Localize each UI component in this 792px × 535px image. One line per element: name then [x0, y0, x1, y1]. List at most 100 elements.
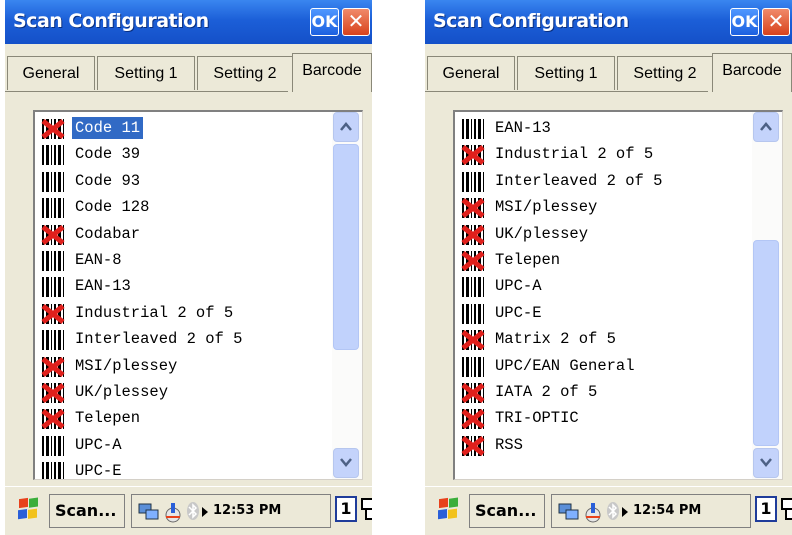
list-item[interactable]: UPC-A — [461, 273, 746, 299]
windows-start-icon[interactable] — [433, 497, 461, 525]
bluetooth-icon[interactable] — [606, 501, 620, 521]
list-item[interactable]: TRI-OPTIC — [461, 405, 746, 431]
clock[interactable]: 12:53 PM — [213, 495, 281, 527]
barcode-disabled-icon[interactable] — [41, 224, 65, 245]
close-button[interactable]: ✕ — [342, 8, 370, 36]
barcode-disabled-icon[interactable] — [41, 409, 65, 430]
barcode-icon[interactable] — [41, 277, 65, 298]
network-icon[interactable] — [138, 501, 160, 521]
barcode-icon[interactable] — [41, 145, 65, 166]
list-item[interactable]: UPC-E — [41, 458, 326, 479]
tab-general[interactable]: General — [7, 56, 95, 90]
vertical-scrollbar[interactable] — [332, 112, 362, 479]
barcode-disabled-icon[interactable] — [461, 409, 485, 430]
barcode-icon[interactable] — [461, 171, 485, 192]
list-item[interactable]: Code 93 — [41, 168, 326, 194]
barcode-list[interactable]: EAN-13 Industrial 2 of 5 Interleaved 2 of … — [453, 110, 783, 480]
scroll-thumb[interactable] — [753, 240, 779, 446]
list-item[interactable]: EAN-13 — [41, 273, 326, 299]
barcode-disabled-icon[interactable] — [461, 145, 485, 166]
tab-setting-2[interactable]: Setting 2 — [197, 56, 293, 90]
usb-sync-icon[interactable] — [162, 501, 184, 523]
tab-setting-2[interactable]: Setting 2 — [617, 56, 713, 90]
bluetooth-icon[interactable] — [186, 501, 200, 521]
barcode-icon[interactable] — [41, 198, 65, 219]
barcode-icon[interactable] — [41, 171, 65, 192]
input-indicator-button[interactable]: 1 — [335, 496, 357, 522]
tab-setting-1[interactable]: Setting 1 — [517, 56, 615, 90]
taskbar-task-scan[interactable]: Scan... — [469, 494, 545, 528]
barcode-icon[interactable] — [461, 303, 485, 324]
list-item[interactable]: UPC-A — [41, 432, 326, 458]
list-item[interactable]: Code 39 — [41, 141, 326, 167]
scroll-thumb[interactable] — [333, 144, 359, 350]
barcode-disabled-icon[interactable] — [461, 382, 485, 403]
barcode-list[interactable]: Code 11 Code 39 Code 93 Code 128 Codabar EAN-… — [33, 110, 363, 480]
list-item[interactable]: IATA 2 of 5 — [461, 379, 746, 405]
list-item[interactable]: Interleaved 2 of 5 — [41, 326, 326, 352]
barcode-disabled-icon[interactable] — [41, 356, 65, 377]
barcode-disabled-icon[interactable] — [461, 250, 485, 271]
list-item[interactable]: EAN-8 — [41, 247, 326, 273]
clock[interactable]: 12:54 PM — [633, 495, 701, 527]
tray-expand-icon[interactable] — [622, 507, 628, 517]
window-title: Scan Configuration — [433, 10, 629, 32]
barcode-disabled-icon[interactable] — [461, 224, 485, 245]
scroll-up-button[interactable] — [753, 112, 779, 142]
barcode-disabled-icon[interactable] — [41, 303, 65, 324]
scroll-down-button[interactable] — [753, 448, 779, 478]
close-button[interactable]: ✕ — [762, 8, 790, 36]
network-icon[interactable] — [558, 501, 580, 521]
list-item[interactable]: UK/plessey — [41, 379, 326, 405]
list-item[interactable]: Industrial 2 of 5 — [41, 300, 326, 326]
barcode-icon[interactable] — [461, 119, 485, 139]
barcode-icon[interactable] — [41, 250, 65, 271]
scroll-down-button[interactable] — [333, 448, 359, 478]
list-item[interactable]: MSI/plessey — [461, 194, 746, 220]
barcode-disabled-icon[interactable] — [461, 198, 485, 219]
ok-button[interactable]: OK — [310, 8, 339, 36]
windows-start-icon[interactable] — [13, 497, 41, 525]
list-item[interactable]: UK/plessey — [461, 221, 746, 247]
taskbar: Scan... 12:53 PM 1 — [5, 486, 372, 535]
tab-barcode[interactable]: Barcode — [712, 53, 792, 92]
taskbar-task-scan[interactable]: Scan... — [49, 494, 125, 528]
vertical-scrollbar[interactable] — [752, 112, 782, 479]
tray-expand-icon[interactable] — [202, 507, 208, 517]
list-item[interactable]: Interleaved 2 of 5 — [461, 168, 746, 194]
chevron-down-icon — [340, 458, 352, 467]
barcode-disabled-icon[interactable] — [461, 435, 485, 456]
window-switch-icon[interactable] — [361, 498, 372, 522]
usb-sync-icon[interactable] — [582, 501, 604, 523]
barcode-icon[interactable] — [41, 330, 65, 351]
list-item[interactable]: Matrix 2 of 5 — [461, 326, 746, 352]
tab-barcode[interactable]: Barcode — [292, 53, 372, 92]
list-item[interactable]: MSI/plessey — [41, 353, 326, 379]
list-item[interactable]: Telepen — [461, 247, 746, 273]
list-item[interactable]: Codabar — [41, 221, 326, 247]
list-item[interactable]: UPC/EAN General — [461, 353, 746, 379]
list-item[interactable]: Industrial 2 of 5 — [461, 141, 746, 167]
barcode-icon[interactable] — [41, 462, 65, 479]
barcode-icon[interactable] — [461, 356, 485, 377]
list-item[interactable]: Code 11 — [41, 115, 326, 141]
list-item[interactable]: EAN-13 — [461, 115, 746, 141]
list-item-label: IATA 2 of 5 — [495, 382, 598, 401]
chevron-down-icon — [760, 458, 772, 467]
list-item-label: MSI/plessey — [495, 198, 598, 217]
input-indicator-button[interactable]: 1 — [755, 496, 777, 522]
window-switch-icon[interactable] — [781, 498, 792, 522]
barcode-disabled-icon[interactable] — [41, 382, 65, 403]
list-item[interactable]: RSS — [461, 432, 746, 458]
tab-general[interactable]: General — [427, 56, 515, 90]
barcode-icon[interactable] — [461, 277, 485, 298]
barcode-disabled-icon[interactable] — [461, 330, 485, 351]
ok-button[interactable]: OK — [730, 8, 759, 36]
barcode-icon[interactable] — [41, 435, 65, 456]
tab-setting-1[interactable]: Setting 1 — [97, 56, 195, 90]
list-item[interactable]: Code 128 — [41, 194, 326, 220]
barcode-disabled-icon[interactable] — [41, 119, 65, 139]
list-item[interactable]: UPC-E — [461, 300, 746, 326]
list-item[interactable]: Telepen — [41, 405, 326, 431]
scroll-up-button[interactable] — [333, 112, 359, 142]
